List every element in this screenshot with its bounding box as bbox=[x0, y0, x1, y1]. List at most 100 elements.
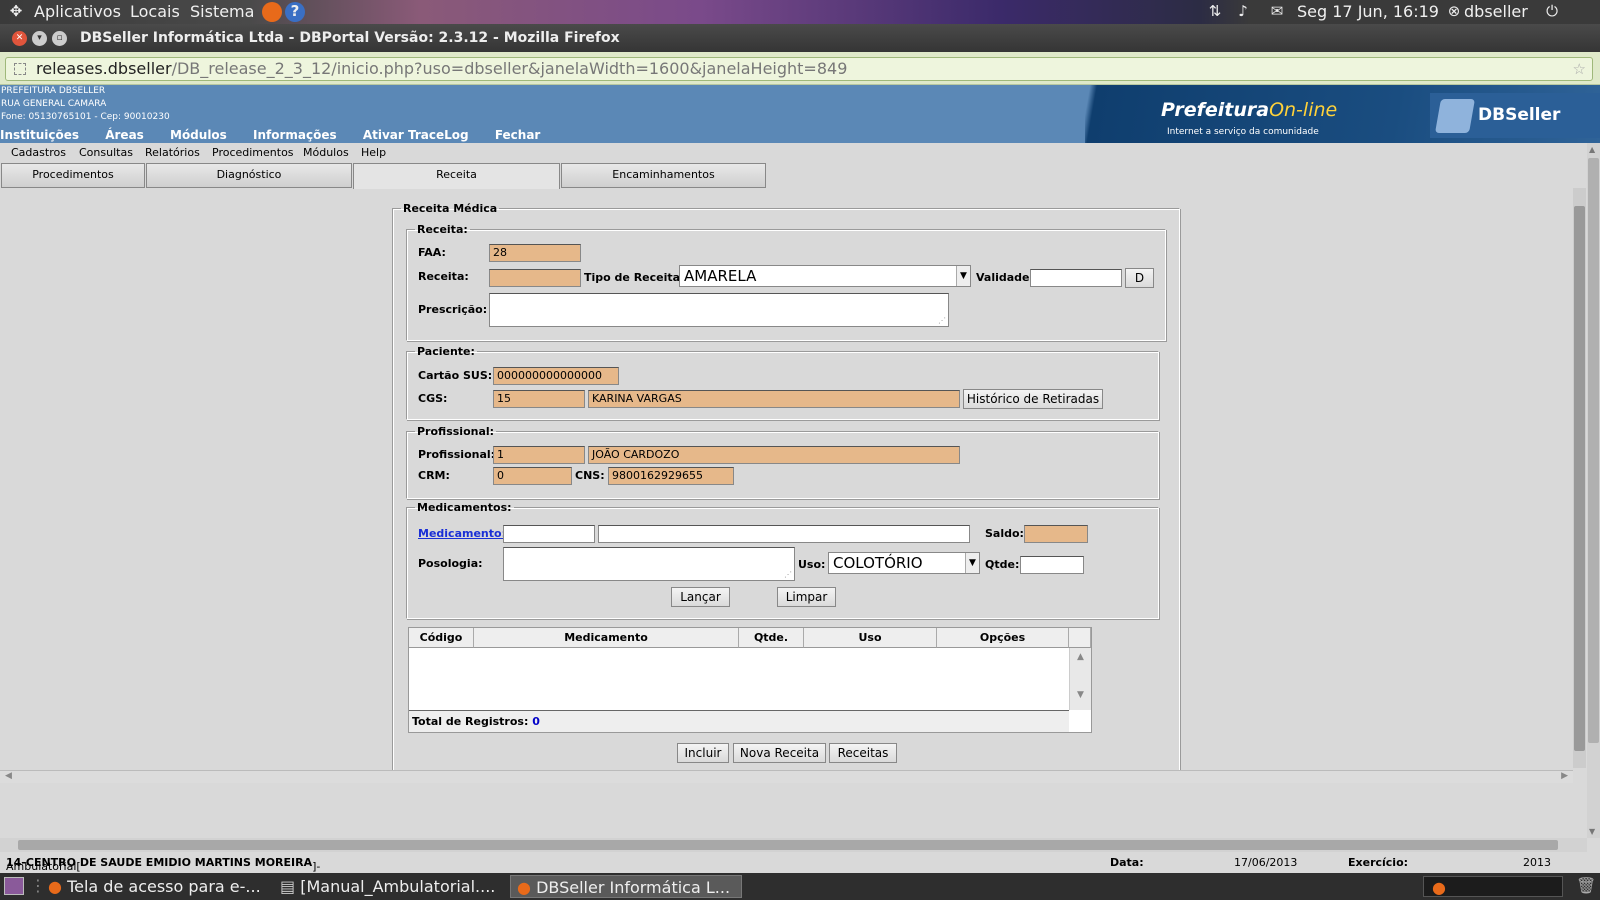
menu-aplicativos[interactable]: Aplicativos bbox=[34, 2, 121, 21]
medicamento-name-field[interactable] bbox=[598, 525, 970, 543]
grid-header-opcoes[interactable]: Opções bbox=[937, 628, 1069, 648]
task-tela-acesso[interactable]: ● Tela de acesso para e-... bbox=[42, 875, 268, 898]
scroll-down-icon[interactable]: ▼ bbox=[1589, 827, 1595, 836]
nova-receita-button[interactable]: Nova Receita bbox=[733, 743, 826, 763]
resize-grip-icon[interactable]: ⋰ bbox=[784, 570, 792, 579]
uso-value: COLOTÓRIO bbox=[833, 554, 923, 572]
grid-header-uso[interactable]: Uso bbox=[804, 628, 937, 648]
inner-vertical-scroll-thumb[interactable] bbox=[1574, 206, 1585, 751]
qtde-field[interactable] bbox=[1020, 556, 1084, 574]
minimize-window-icon[interactable]: ▾ bbox=[32, 31, 47, 46]
prescricao-textarea[interactable]: ⋰ bbox=[489, 293, 949, 327]
submenu-help[interactable]: Help bbox=[361, 146, 386, 159]
network-icon[interactable]: ⇅ bbox=[1205, 2, 1225, 22]
clock[interactable]: Seg 17 Jun, 16:19 bbox=[1297, 2, 1439, 21]
volume-icon[interactable]: ♪ bbox=[1233, 2, 1253, 22]
page-horizontal-scroll-thumb[interactable] bbox=[18, 840, 1558, 850]
prefeitura-online-logo: PrefeituraOn-line bbox=[1161, 99, 1338, 121]
tab-receita[interactable]: Receita bbox=[353, 163, 560, 189]
page-vertical-scroll-thumb[interactable] bbox=[1588, 158, 1599, 743]
grid-header-codigo[interactable]: Código bbox=[409, 628, 474, 648]
limpar-button[interactable]: Limpar bbox=[777, 587, 836, 607]
menu-ativar-tracelog[interactable]: Ativar TraceLog bbox=[363, 128, 469, 142]
maximize-window-icon[interactable]: ▫ bbox=[52, 31, 67, 46]
show-desktop-icon[interactable] bbox=[4, 877, 24, 895]
tab-encaminhamentos[interactable]: Encaminhamentos bbox=[561, 163, 766, 188]
scroll-down-icon[interactable]: ▼ bbox=[1070, 690, 1091, 700]
validade-field[interactable] bbox=[1030, 269, 1122, 287]
exercicio-value: 2013 bbox=[1523, 856, 1551, 869]
menu-locais[interactable]: Locais bbox=[130, 2, 180, 21]
historico-retiradas-button[interactable]: Histórico de Retiradas bbox=[963, 389, 1103, 409]
profissional-name-field[interactable]: JOÃO CARDOZO bbox=[588, 446, 960, 464]
crm-field[interactable]: 0 bbox=[493, 467, 572, 485]
cgs-name-field[interactable]: KARINA VARGAS bbox=[588, 390, 960, 408]
scroll-up-icon[interactable]: ▲ bbox=[1070, 652, 1091, 662]
firefox-launcher-icon[interactable] bbox=[262, 2, 282, 22]
inner-vertical-scrollbar[interactable] bbox=[1573, 188, 1586, 768]
menu-fechar[interactable]: Fechar bbox=[495, 128, 541, 142]
task-dbseller[interactable]: ● DBSeller Informática L... bbox=[510, 875, 742, 898]
cgs-code-field[interactable]: 15 bbox=[493, 390, 585, 408]
menu-informacoes[interactable]: Informações bbox=[253, 128, 337, 142]
chevron-down-icon[interactable]: ▼ bbox=[965, 553, 979, 573]
receitas-button[interactable]: Receitas bbox=[829, 743, 897, 763]
menu-sistema[interactable]: Sistema bbox=[190, 2, 254, 21]
submenu-consultas[interactable]: Consultas bbox=[79, 146, 133, 159]
faa-field[interactable]: 28 bbox=[489, 244, 581, 262]
scroll-right-icon[interactable]: ▶ bbox=[1561, 771, 1568, 781]
url-host: releases.dbseller bbox=[36, 59, 172, 78]
bookmark-star-icon[interactable]: ☆ bbox=[1573, 58, 1586, 80]
close-window-icon[interactable]: ✕ bbox=[12, 31, 27, 46]
grid-header-qtde[interactable]: Qtde. bbox=[739, 628, 804, 648]
grid-header-medicamento[interactable]: Medicamento bbox=[474, 628, 739, 648]
posologia-textarea[interactable]: ⋰ bbox=[503, 547, 795, 581]
medicamento-link[interactable]: Medicamento: bbox=[418, 527, 506, 540]
scroll-left-icon[interactable]: ◀ bbox=[5, 771, 12, 781]
receita-field[interactable] bbox=[489, 269, 581, 287]
document-icon: ▤ bbox=[280, 877, 296, 896]
receita-legend: Receita: bbox=[417, 223, 468, 236]
cns-field[interactable]: 9800162929655 bbox=[608, 467, 734, 485]
incluir-button[interactable]: Incluir bbox=[677, 743, 729, 763]
url-input[interactable]: releases.dbseller/DB_release_2_3_12/inic… bbox=[5, 57, 1593, 81]
workspace-switcher[interactable]: ● bbox=[1423, 876, 1563, 897]
date-picker-button[interactable]: D bbox=[1125, 268, 1154, 288]
profissional-code-field[interactable]: 1 bbox=[493, 446, 585, 464]
chevron-down-icon[interactable]: ▼ bbox=[956, 266, 970, 286]
page-vertical-scrollbar[interactable]: ▲ ▼ bbox=[1587, 143, 1600, 838]
submenu-procedimentos[interactable]: Procedimentos bbox=[212, 146, 294, 159]
menu-areas[interactable]: Áreas bbox=[105, 128, 144, 142]
uso-label: Uso: bbox=[798, 558, 826, 571]
scroll-up-icon[interactable]: ▲ bbox=[1589, 145, 1595, 154]
saldo-field[interactable] bbox=[1024, 525, 1088, 543]
resize-grip-icon[interactable]: ⋰ bbox=[938, 316, 946, 325]
submenu-modulos[interactable]: Módulos bbox=[303, 146, 349, 159]
shutdown-icon[interactable]: ⏻ bbox=[1542, 2, 1562, 22]
mail-icon[interactable]: ✉ bbox=[1267, 2, 1287, 22]
lancar-button[interactable]: Lançar bbox=[671, 587, 730, 607]
user-name[interactable]: dbseller bbox=[1464, 2, 1528, 21]
tipo-receita-select[interactable]: AMARELA ▼ bbox=[679, 265, 971, 287]
task-manual-ambulatorial[interactable]: ▤ [Manual_Ambulatorial.... bbox=[274, 875, 504, 898]
gnome-foot-icon[interactable]: ✥ bbox=[6, 2, 26, 22]
trash-icon[interactable]: 🗑 bbox=[1576, 876, 1596, 895]
window-titlebar: ✕ ▾ ▫ DBSeller Informática Ltda - DBPort… bbox=[0, 24, 1600, 52]
tab-diagnostico[interactable]: Diagnóstico bbox=[146, 163, 352, 188]
medicamento-code-field[interactable] bbox=[503, 525, 595, 543]
grid-header-spacer bbox=[1069, 628, 1091, 648]
uso-select[interactable]: COLOTÓRIO ▼ bbox=[828, 552, 980, 574]
help-launcher-icon[interactable]: ? bbox=[285, 2, 305, 22]
menu-instituicoes[interactable]: Instituições bbox=[0, 128, 79, 142]
site-identity-icon[interactable] bbox=[14, 63, 26, 75]
grid-scrollbar[interactable]: ▲ ▼ bbox=[1069, 648, 1091, 710]
tab-procedimentos[interactable]: Procedimentos bbox=[1, 163, 145, 188]
inner-horizontal-scrollbar[interactable]: ◀ ▶ bbox=[0, 770, 1573, 783]
page-horizontal-scrollbar[interactable] bbox=[0, 838, 1587, 852]
submenu-cadastros[interactable]: Cadastros bbox=[11, 146, 66, 159]
menu-modulos[interactable]: Módulos bbox=[170, 128, 227, 142]
submenu-relatorios[interactable]: Relatórios bbox=[145, 146, 200, 159]
cartao-sus-field[interactable]: 000000000000000 bbox=[493, 367, 619, 385]
firefox-icon: ● bbox=[1432, 878, 1446, 897]
firefox-icon: ● bbox=[517, 878, 531, 897]
